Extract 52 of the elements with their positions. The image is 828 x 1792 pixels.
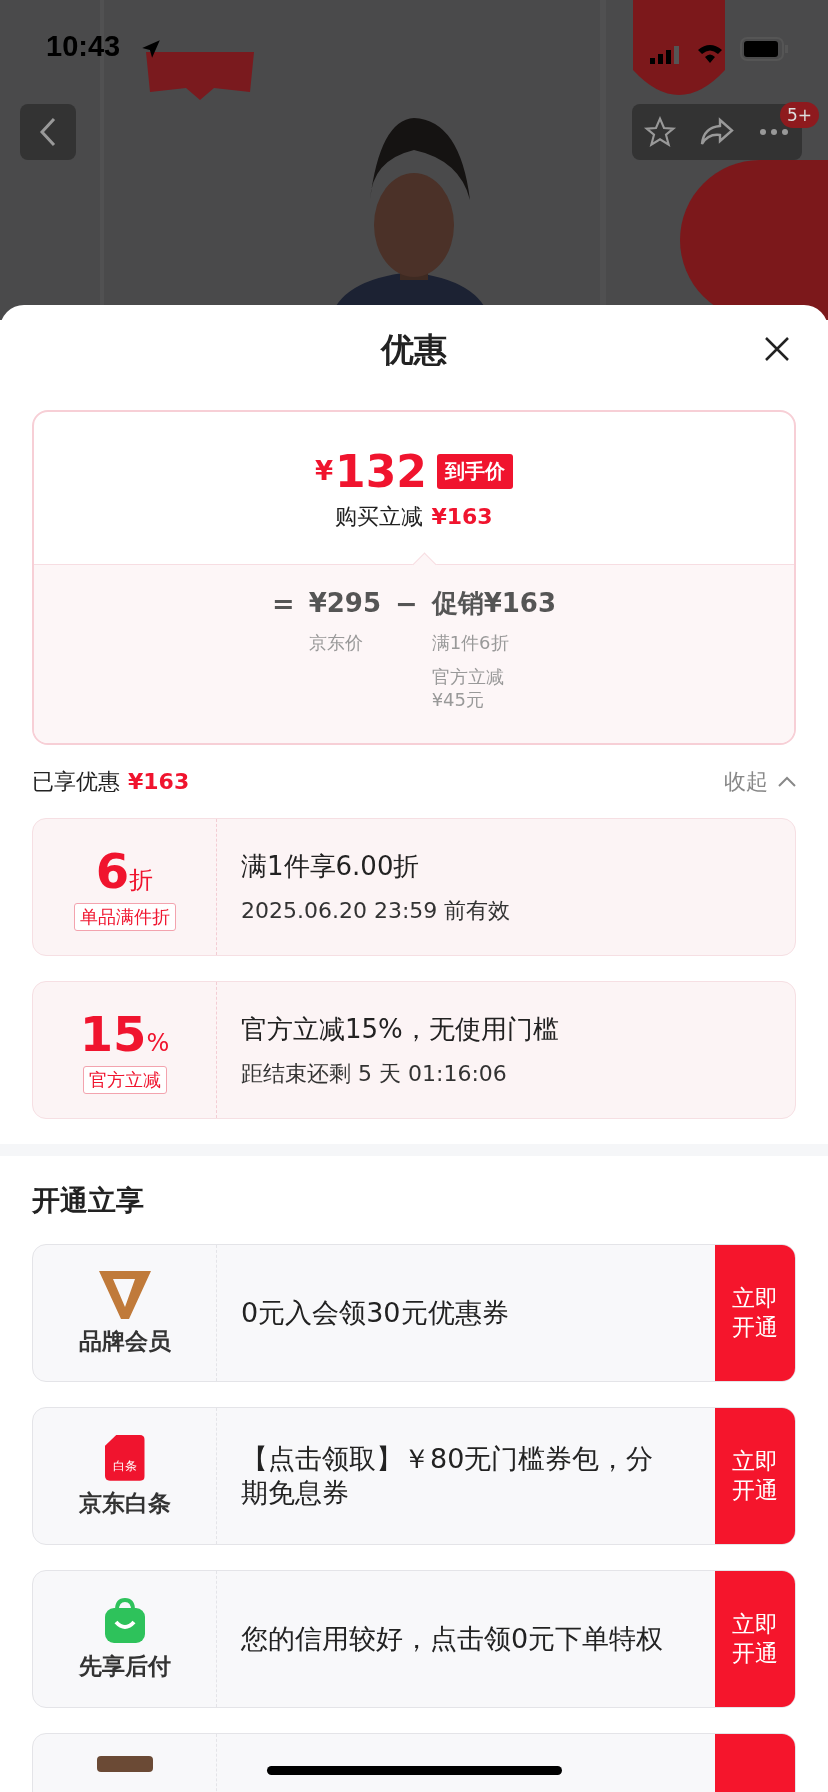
signal-icon [650,46,680,64]
discount-unit: % [146,1029,170,1057]
star-icon [643,116,678,148]
saving-value: ¥163 [431,502,493,531]
minus-sign: − [395,587,418,621]
wifi-icon [696,42,724,64]
coupon-detail: 2025.06.20 23:59 前有效 [241,896,512,924]
base-caption: 京东价 [308,631,364,654]
back-icon [38,117,58,147]
close-icon [764,335,790,362]
discount-unit: 折 [129,866,154,896]
coupon-tag: 单品满件折 [73,903,176,931]
summary-label: 已享优惠 [32,767,120,796]
discount-amount: 15 [79,1006,147,1062]
coupon-title: 官方立减15%，无使用门槛 [241,1013,560,1046]
coupon-tag: 官方立减 [82,1066,167,1094]
currency-sign: ¥ [315,456,334,487]
activate-button[interactable]: 立即开通 [715,1245,795,1381]
location-arrow-icon [140,38,162,60]
sheet-title: 优惠 [381,328,447,371]
credit-card-icon: 白条 [104,1434,145,1481]
offer-text: 【点击领取】￥80无门槛券包，分期免息券 [241,1442,655,1510]
summary-value: ¥163 [128,767,190,796]
more-icon [758,128,789,136]
offer-text: 0元入会领30元优惠券 [241,1296,509,1330]
coupon-title: 满1件享6.00折 [241,850,421,883]
offer-name: 先享后付 [78,1651,171,1681]
promo-note: 官方立减 ¥45元 [431,666,505,711]
chevron-icon [778,776,796,787]
v-logo-icon [98,1270,151,1319]
promo-note: 满1件6折 [431,631,510,654]
coupon-detail: 距结束还剩 5 天 01:16:06 [241,1059,508,1087]
activate-button[interactable]: 立即开通 [715,1408,795,1544]
offer-name: 品牌会员 [78,1326,171,1356]
equals-sign: = [272,587,295,621]
discount-amount: 6 [95,843,130,899]
activate-button[interactable]: 立即开通 [715,1571,795,1707]
base-price: ¥295 [308,587,381,620]
battery-icon [740,37,788,61]
price-tag: 到手价 [436,453,513,489]
offer-name: 京东白条 [78,1488,171,1518]
share-icon [699,117,735,147]
offer-text: 您的信用较好，点击领0元下单特权 [241,1622,664,1656]
section-title: 开通立享 [32,1182,144,1218]
back-button[interactable] [20,104,76,160]
smile-bag-icon [103,1597,146,1644]
saving-label: 购买立减 [335,502,424,531]
brand-icon [96,1756,153,1772]
status-time: 10:43 [46,30,121,63]
final-price: 132 [335,445,427,497]
promo-amount: 促销¥163 [431,587,556,620]
collapse-toggle[interactable]: 收起 [724,766,796,797]
